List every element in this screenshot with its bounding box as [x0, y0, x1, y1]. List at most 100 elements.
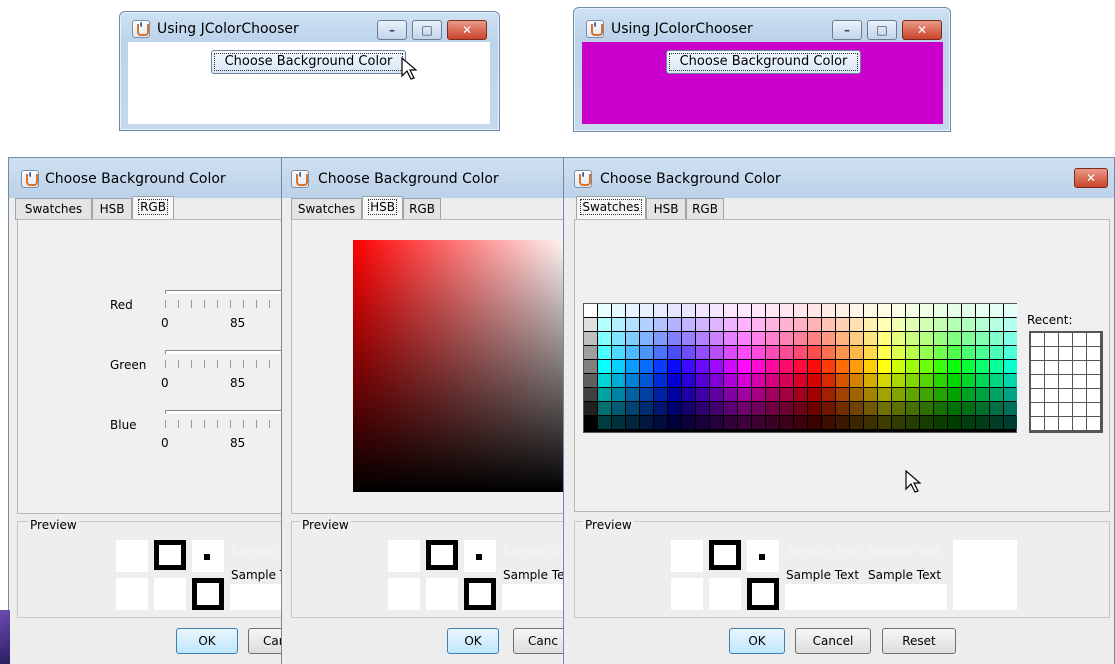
- swatch-cell[interactable]: [864, 402, 877, 415]
- swatch-cell[interactable]: [920, 304, 933, 317]
- recent-swatch-grid[interactable]: [1029, 331, 1103, 433]
- swatch-cell[interactable]: [850, 416, 863, 429]
- swatch-cell[interactable]: [962, 304, 975, 317]
- recent-swatch-cell[interactable]: [1087, 375, 1100, 388]
- swatch-cell[interactable]: [780, 402, 793, 415]
- swatch-cell[interactable]: [948, 416, 961, 429]
- swatch-cell[interactable]: [962, 402, 975, 415]
- swatch-cell[interactable]: [808, 332, 821, 345]
- close-button[interactable]: ✕: [447, 20, 487, 40]
- swatch-cell[interactable]: [906, 360, 919, 373]
- swatch-cell[interactable]: [738, 346, 751, 359]
- swatch-cell[interactable]: [822, 402, 835, 415]
- tab-rgb[interactable]: RGB: [403, 198, 441, 220]
- swatch-cell[interactable]: [682, 332, 695, 345]
- swatch-cell[interactable]: [626, 402, 639, 415]
- swatch-cell[interactable]: [990, 402, 1003, 415]
- swatch-cell[interactable]: [710, 374, 723, 387]
- swatch-cell[interactable]: [794, 318, 807, 331]
- minimize-button[interactable]: –: [832, 20, 862, 40]
- swatch-cell[interactable]: [1004, 318, 1017, 331]
- swatch-cell[interactable]: [654, 374, 667, 387]
- swatch-cell[interactable]: [836, 318, 849, 331]
- swatch-cell[interactable]: [668, 416, 681, 429]
- swatch-cell[interactable]: [822, 304, 835, 317]
- swatch-cell[interactable]: [766, 374, 779, 387]
- swatch-cell[interactable]: [962, 318, 975, 331]
- recent-swatch-cell[interactable]: [1031, 375, 1044, 388]
- swatch-cell[interactable]: [850, 388, 863, 401]
- recent-swatch-cell[interactable]: [1073, 403, 1086, 416]
- swatch-cell[interactable]: [724, 388, 737, 401]
- recent-swatch-cell[interactable]: [1059, 361, 1072, 374]
- swatch-cell[interactable]: [948, 402, 961, 415]
- swatch-cell[interactable]: [864, 304, 877, 317]
- swatch-cell[interactable]: [920, 318, 933, 331]
- swatch-cell[interactable]: [934, 402, 947, 415]
- swatch-cell[interactable]: [794, 402, 807, 415]
- ok-button[interactable]: OK: [176, 628, 238, 654]
- tab-hsb[interactable]: HSB: [362, 196, 403, 220]
- swatch-cell[interactable]: [1004, 332, 1017, 345]
- swatch-cell[interactable]: [892, 318, 905, 331]
- swatch-cell[interactable]: [710, 346, 723, 359]
- swatch-cell[interactable]: [836, 304, 849, 317]
- swatch-cell[interactable]: [850, 374, 863, 387]
- recent-swatch-cell[interactable]: [1031, 389, 1044, 402]
- swatch-cell[interactable]: [780, 346, 793, 359]
- recent-swatch-cell[interactable]: [1073, 417, 1086, 430]
- swatch-cell[interactable]: [808, 346, 821, 359]
- swatch-cell[interactable]: [598, 346, 611, 359]
- swatch-cell[interactable]: [906, 374, 919, 387]
- tab-swatches[interactable]: Swatches: [291, 198, 362, 220]
- swatch-cell[interactable]: [612, 332, 625, 345]
- swatch-cell[interactable]: [738, 304, 751, 317]
- swatch-cell[interactable]: [864, 388, 877, 401]
- swatch-cell[interactable]: [990, 304, 1003, 317]
- swatch-cell[interactable]: [654, 388, 667, 401]
- swatch-cell[interactable]: [682, 402, 695, 415]
- swatch-cell[interactable]: [696, 346, 709, 359]
- swatch-cell[interactable]: [682, 388, 695, 401]
- swatch-cell[interactable]: [906, 332, 919, 345]
- tab-swatches[interactable]: Swatches: [15, 198, 92, 220]
- swatch-cell[interactable]: [808, 388, 821, 401]
- recent-swatch-cell[interactable]: [1059, 389, 1072, 402]
- recent-swatch-cell[interactable]: [1087, 389, 1100, 402]
- swatch-cell[interactable]: [640, 332, 653, 345]
- swatch-cell[interactable]: [934, 388, 947, 401]
- swatch-cell[interactable]: [696, 374, 709, 387]
- swatch-cell[interactable]: [962, 388, 975, 401]
- recent-swatch-cell[interactable]: [1045, 347, 1058, 360]
- swatch-cell[interactable]: [780, 374, 793, 387]
- swatch-cell[interactable]: [948, 332, 961, 345]
- swatch-cell[interactable]: [738, 388, 751, 401]
- swatch-cell[interactable]: [766, 304, 779, 317]
- swatch-cell[interactable]: [990, 360, 1003, 373]
- swatch-cell[interactable]: [696, 304, 709, 317]
- swatch-cell[interactable]: [920, 374, 933, 387]
- swatch-cell[interactable]: [626, 360, 639, 373]
- swatch-cell[interactable]: [766, 332, 779, 345]
- swatch-cell[interactable]: [794, 360, 807, 373]
- recent-swatch-cell[interactable]: [1073, 361, 1086, 374]
- swatch-cell[interactable]: [696, 388, 709, 401]
- swatch-cell[interactable]: [724, 416, 737, 429]
- recent-swatch-cell[interactable]: [1031, 333, 1044, 346]
- swatch-cell[interactable]: [612, 304, 625, 317]
- swatch-cell[interactable]: [1004, 374, 1017, 387]
- swatch-cell[interactable]: [892, 360, 905, 373]
- swatch-cell[interactable]: [1004, 346, 1017, 359]
- swatch-cell[interactable]: [752, 374, 765, 387]
- swatch-cell[interactable]: [794, 332, 807, 345]
- swatch-cell[interactable]: [864, 346, 877, 359]
- swatch-cell[interactable]: [724, 318, 737, 331]
- swatch-cell[interactable]: [878, 374, 891, 387]
- swatch-cell[interactable]: [794, 374, 807, 387]
- swatch-cell[interactable]: [808, 374, 821, 387]
- recent-swatch-cell[interactable]: [1045, 389, 1058, 402]
- swatch-cell[interactable]: [906, 304, 919, 317]
- recent-swatch-cell[interactable]: [1045, 361, 1058, 374]
- swatch-cell[interactable]: [1004, 402, 1017, 415]
- swatch-cell[interactable]: [654, 346, 667, 359]
